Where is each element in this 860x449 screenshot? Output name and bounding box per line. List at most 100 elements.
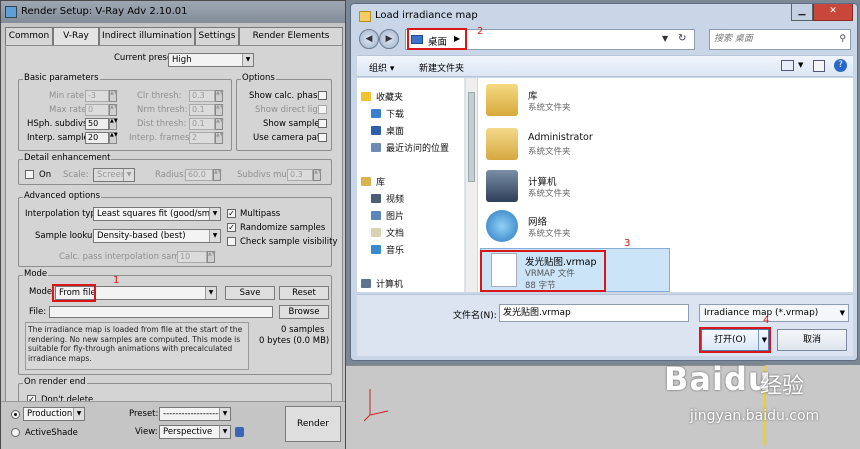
dist-thresh-spinner[interactable]: 0.1 ▲▼ xyxy=(189,118,224,130)
current-preset-dropdown[interactable]: High ▼ xyxy=(168,53,254,67)
calc-pass-spinner[interactable]: 10 ▲▼ xyxy=(177,251,216,263)
refresh-icon[interactable]: ↻ xyxy=(678,33,686,44)
file-list: 库 系统文件夹 Administrator 系统文件夹 计算机 系统文件夹 网络… xyxy=(478,78,853,292)
tab-indirect-illumination[interactable]: Indirect illumination xyxy=(99,27,195,46)
file-item-computer[interactable]: 计算机 系统文件夹 xyxy=(486,168,666,208)
chevron-down-icon[interactable]: ▼ xyxy=(798,61,803,69)
show-direct-light-checkbox[interactable] xyxy=(318,105,327,114)
nav-desktop[interactable]: 桌面 xyxy=(371,124,404,137)
organize-menu[interactable]: 组织 ▾ xyxy=(369,61,394,74)
min-rate-spinner[interactable]: -3 ▲▼ xyxy=(85,90,118,102)
annotation-2: 2 xyxy=(477,26,484,37)
filename-input[interactable]: 发光贴图.vrmap xyxy=(499,304,689,322)
search-input[interactable]: 搜索 桌面 ⚲ xyxy=(709,29,851,50)
clr-thresh-spinner[interactable]: 0.3 ▲▼ xyxy=(189,90,224,102)
show-calc-phase-checkbox[interactable] xyxy=(318,91,327,100)
subdivs-mult-spinner[interactable]: 0.3 ▲▼ xyxy=(287,169,322,181)
randomize-samples-checkbox[interactable]: ✓ xyxy=(227,223,236,232)
mode-info-text: The irradiance map is loaded from file a… xyxy=(28,325,243,363)
nav-recent[interactable]: 最近访问的位置 xyxy=(371,141,449,154)
nav-documents[interactable]: 文档 xyxy=(371,226,404,239)
render-setup-tabs: Common V-Ray Indirect illumination Setti… xyxy=(5,27,343,46)
back-arrow-icon[interactable]: ◀ xyxy=(359,29,379,49)
nav-libraries[interactable]: 库 xyxy=(361,175,385,188)
nav-pictures[interactable]: 图片 xyxy=(371,209,404,222)
map-size: 0 bytes (0.0 MB) xyxy=(259,336,330,346)
forward-arrow-icon[interactable]: ▶ xyxy=(379,29,399,49)
use-camera-path-label: Use camera path xyxy=(253,133,326,143)
search-icon: ⚲ xyxy=(839,34,846,44)
radius-spinner[interactable]: 60.0 ▲▼ xyxy=(185,169,222,181)
vray-app-icon xyxy=(5,6,17,18)
dialog-bottom-bar: 文件名(N): 发光贴图.vrmap Irradiance map (*.vrm… xyxy=(357,294,853,356)
tab-common[interactable]: Common xyxy=(5,27,53,46)
max-rate-spinner[interactable]: 0 ▲▼ xyxy=(85,104,118,116)
production-dropdown[interactable]: Production ▼ xyxy=(23,407,85,421)
preview-pane-icon[interactable] xyxy=(813,60,825,72)
preset-dropdown[interactable]: ------------------- ▼ xyxy=(159,407,231,421)
chevron-down-icon: ▼ xyxy=(123,169,134,181)
annotation-1: 1 xyxy=(113,275,120,286)
chevron-down-icon: ▼ xyxy=(242,54,253,66)
render-setup-window: Render Setup: V-Ray Adv 2.10.01 Common V… xyxy=(0,0,346,449)
production-radio[interactable] xyxy=(11,410,20,419)
nrm-thresh-spinner[interactable]: 0.1 ▲▼ xyxy=(189,104,224,116)
scale-label: Scale: xyxy=(63,170,89,180)
save-button[interactable]: Save xyxy=(225,286,275,300)
nrm-thresh-label: Nrm thresh: xyxy=(137,105,188,115)
help-icon[interactable]: ? xyxy=(834,59,847,72)
nav-computer[interactable]: 计算机 xyxy=(361,277,403,290)
interpolation-type-dropdown[interactable]: Least squares fit (good/smooth ▼ xyxy=(93,207,221,221)
navigation-scrollbar[interactable] xyxy=(465,78,477,292)
multipass-checkbox[interactable]: ✓ xyxy=(227,209,236,218)
activeshade-radio[interactable] xyxy=(11,428,20,437)
render-button[interactable]: Render xyxy=(285,406,341,442)
chevron-down-icon: ▼ xyxy=(219,426,230,438)
close-button[interactable]: ✕ xyxy=(813,4,853,21)
interp-frames-spinner[interactable]: 2 ▲▼ xyxy=(189,132,224,144)
reset-button[interactable]: Reset xyxy=(279,286,329,300)
hsph-subdivs-spinner[interactable]: 50 ▲▼ xyxy=(85,118,118,130)
nav-music[interactable]: 音乐 xyxy=(371,243,404,256)
nav-favorites[interactable]: 收藏夹 xyxy=(361,90,403,103)
advanced-options-title: Advanced options xyxy=(23,191,101,201)
cancel-button[interactable]: 取消 xyxy=(777,329,847,351)
on-render-end-title: On render end xyxy=(23,377,87,387)
nav-videos[interactable]: 视频 xyxy=(371,192,404,205)
minimize-button[interactable]: ▁ xyxy=(791,4,813,21)
file-path-input[interactable] xyxy=(49,306,273,318)
file-item-network[interactable]: 网络 系统文件夹 xyxy=(486,208,666,248)
chevron-down-icon[interactable]: ▼ xyxy=(662,34,668,43)
lock-icon[interactable] xyxy=(235,427,244,437)
library-folder-icon xyxy=(486,84,518,116)
view-dropdown[interactable]: Perspective ▼ xyxy=(159,425,231,439)
file-item-administrator[interactable]: Administrator 系统文件夹 xyxy=(486,126,666,166)
tab-render-elements[interactable]: Render Elements xyxy=(239,27,343,46)
detail-on-checkbox[interactable] xyxy=(25,170,34,179)
mode-title: Mode xyxy=(23,269,49,279)
scrollbar-thumb[interactable] xyxy=(468,92,475,182)
tab-vray[interactable]: V-Ray xyxy=(53,27,99,46)
file-type-filter[interactable]: Irradiance map (*.vrmap) ▼ xyxy=(699,304,849,322)
radius-label: Radius: xyxy=(155,170,187,180)
file-item-libraries[interactable]: 库 系统文件夹 xyxy=(486,82,666,122)
new-folder-button[interactable]: 新建文件夹 xyxy=(419,61,464,74)
show-samples-checkbox[interactable] xyxy=(318,119,327,128)
browse-button[interactable]: Browse xyxy=(279,305,329,319)
check-sample-visibility-checkbox[interactable] xyxy=(227,237,236,246)
music-icon xyxy=(371,245,381,254)
multipass-label: Multipass xyxy=(240,209,281,219)
interp-samples-spinner[interactable]: 20 ▲▼ xyxy=(85,132,118,144)
video-icon xyxy=(371,194,381,203)
scale-dropdown[interactable]: Screen ▼ xyxy=(93,168,135,182)
view-mode-icon[interactable] xyxy=(781,60,794,71)
use-camera-path-checkbox[interactable] xyxy=(318,133,327,142)
computer-icon xyxy=(486,170,518,202)
nav-downloads[interactable]: 下载 xyxy=(371,107,404,120)
recent-places-icon xyxy=(371,143,381,152)
sample-lookup-dropdown[interactable]: Density-based (best) ▼ xyxy=(93,229,221,243)
annotation-4: 4 xyxy=(763,315,770,326)
star-icon xyxy=(361,92,371,101)
tab-settings[interactable]: Settings xyxy=(195,27,239,46)
baidu-watermark-logo: Baidu xyxy=(664,360,772,398)
